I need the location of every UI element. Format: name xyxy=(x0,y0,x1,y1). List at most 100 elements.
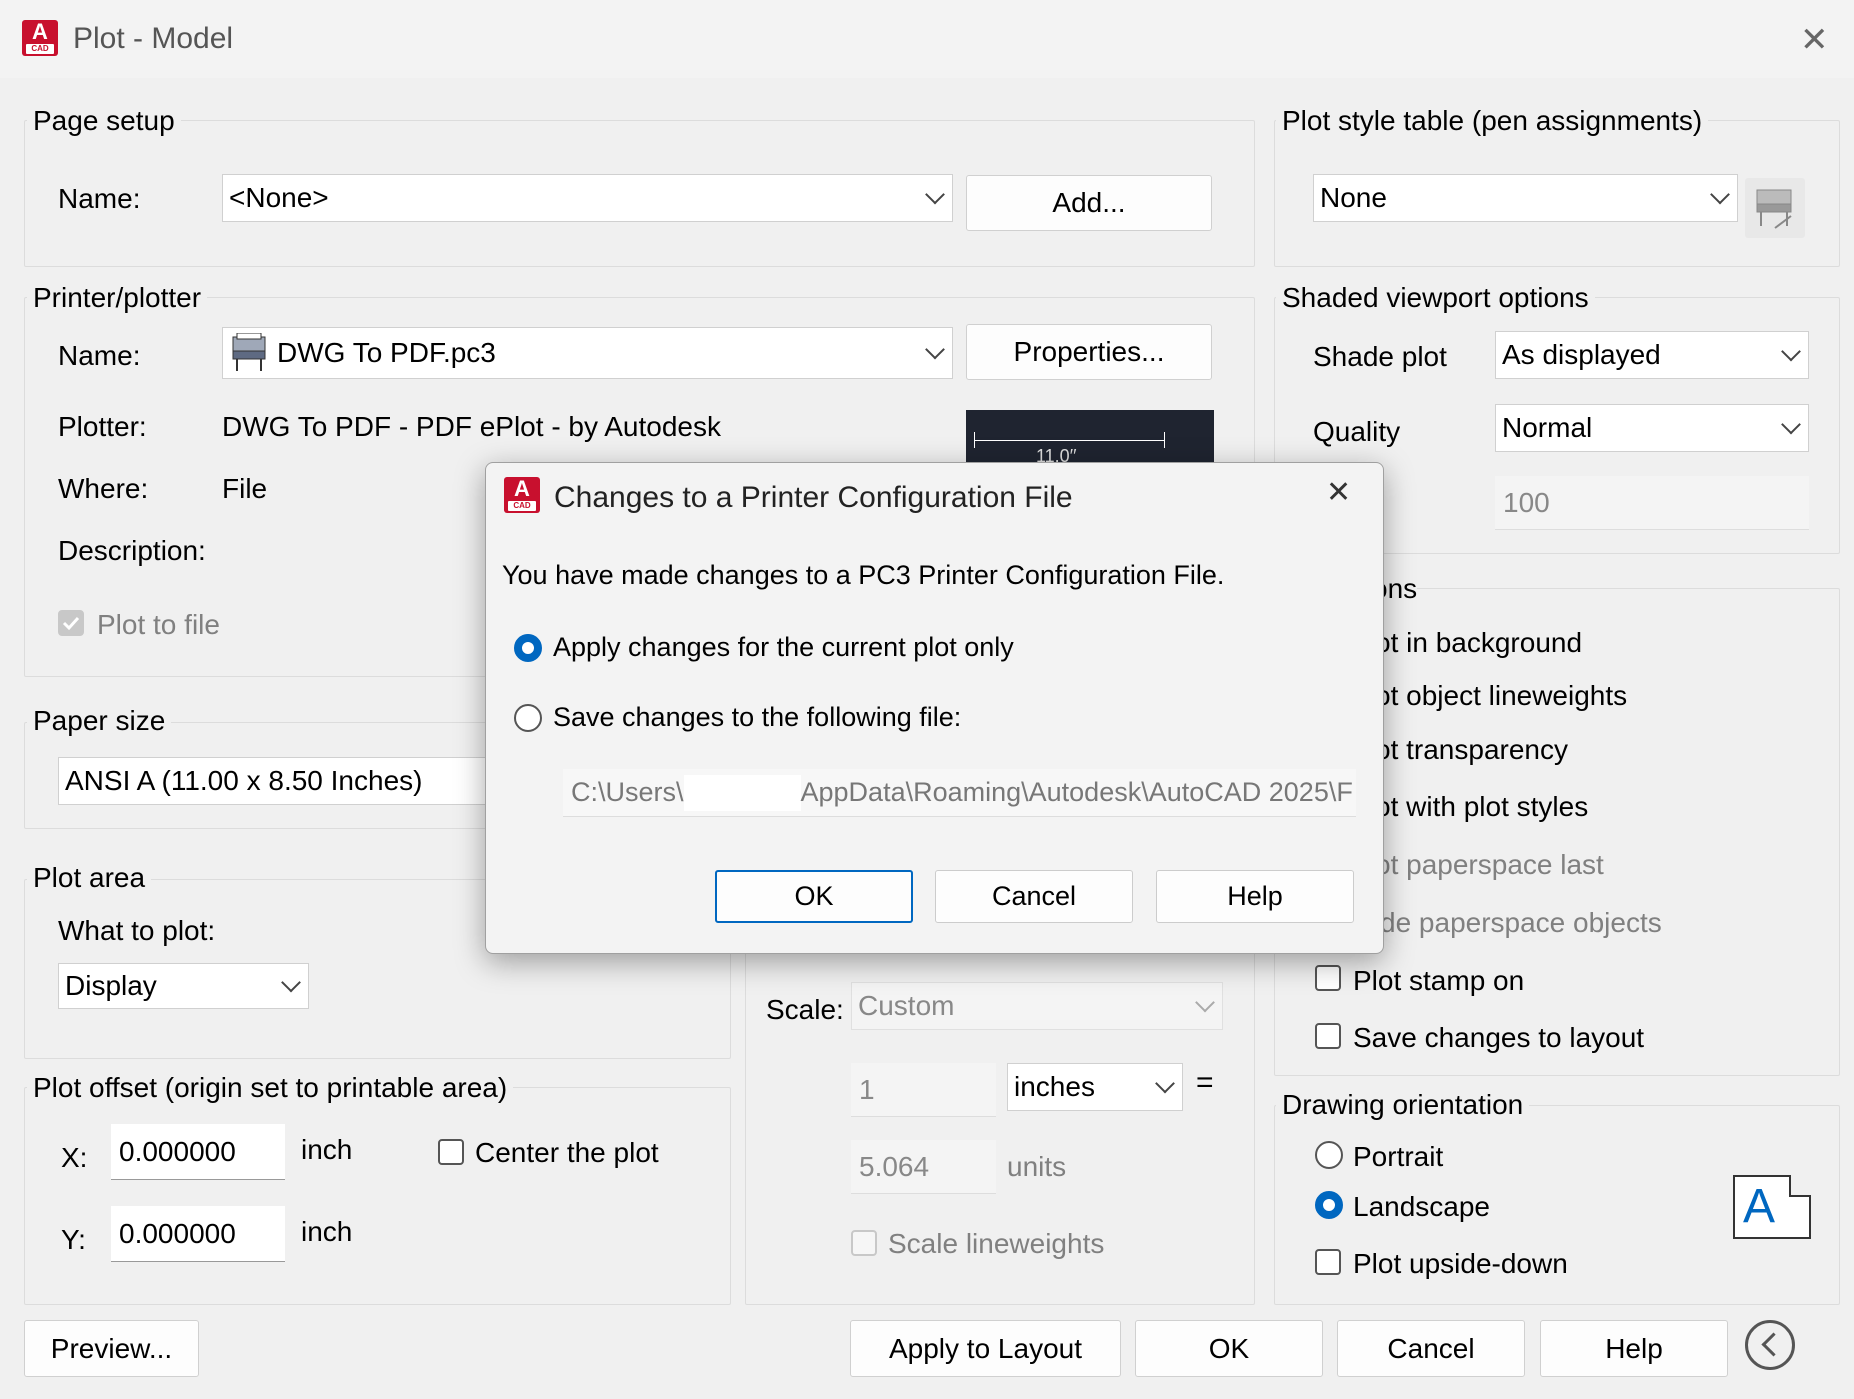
printer-name-select[interactable]: DWG To PDF.pc3 xyxy=(222,327,953,379)
page-setup-name-label: Name: xyxy=(58,183,141,214)
dialog-ok-button[interactable]: OK xyxy=(715,870,913,923)
shade-plot-select[interactable]: As displayed xyxy=(1495,331,1809,379)
plot-stamp-label: Plot stamp on xyxy=(1353,965,1525,996)
collapse-options-icon[interactable] xyxy=(1745,1320,1795,1370)
page-setup-label: Page setup xyxy=(27,105,181,137)
scale-unit2-label: units xyxy=(1007,1151,1067,1182)
scale-value1-input[interactable]: 1 xyxy=(851,1063,996,1117)
printer-name-label: Name: xyxy=(58,340,141,371)
description-label: Description: xyxy=(58,535,206,566)
dialog-message: You have made changes to a PC3 Printer C… xyxy=(502,560,1225,590)
scale-lineweights-label: Scale lineweights xyxy=(888,1228,1105,1259)
chevron-down-icon xyxy=(1195,992,1215,1013)
help-button[interactable]: Help xyxy=(1540,1320,1728,1377)
save-changes-layout-label: Save changes to layout xyxy=(1353,1022,1645,1053)
shade-plot-label: Shade plot xyxy=(1313,341,1447,372)
window-title: Plot - Model xyxy=(73,22,234,55)
edit-plot-style-icon[interactable] xyxy=(1745,178,1805,238)
where-value: File xyxy=(222,473,268,504)
dialog-cancel-button[interactable]: Cancel xyxy=(935,870,1133,923)
landscape-radio[interactable] xyxy=(1315,1191,1343,1219)
save-changes-layout-checkbox[interactable] xyxy=(1315,1023,1341,1049)
plot-stamp-checkbox[interactable] xyxy=(1315,965,1341,991)
plot-style-table-label: Plot style table (pen assignments) xyxy=(1276,105,1709,137)
redacted-username xyxy=(683,774,801,811)
center-plot-checkbox[interactable] xyxy=(438,1139,464,1165)
dpi-input[interactable]: 100 xyxy=(1495,476,1809,530)
offset-x-input[interactable]: 0.000000 xyxy=(111,1124,285,1180)
scale-lineweights-checkbox[interactable] xyxy=(851,1230,877,1256)
paper-size-label: Paper size xyxy=(27,705,172,737)
plot-in-background-label[interactable]: ot in background xyxy=(1375,627,1582,659)
scale-label: Scale: xyxy=(766,994,844,1025)
chevron-down-icon xyxy=(925,339,945,360)
properties-button[interactable]: Properties... xyxy=(966,324,1212,380)
landscape-orientation-icon: A xyxy=(1733,1175,1811,1239)
hide-paperspace-objects-label[interactable]: de paperspace objects xyxy=(1380,907,1662,939)
plot-with-plot-styles-label[interactable]: ot with plot styles xyxy=(1375,791,1588,823)
plotter-icon xyxy=(232,333,266,371)
shaded-viewport-label: Shaded viewport options xyxy=(1276,282,1595,314)
chevron-down-icon xyxy=(925,184,945,205)
pc3-changes-dialog: A CAD Changes to a Printer Configuration … xyxy=(485,462,1384,954)
dialog-title: Changes to a Printer Configuration File xyxy=(554,481,1073,514)
plot-dialog: A CAD Plot - Model ✕ Page setup Name: <No… xyxy=(0,0,1854,1399)
autocad-app-icon: A CAD xyxy=(22,20,58,56)
offset-x-unit: inch xyxy=(301,1134,353,1165)
plotter-value: DWG To PDF - PDF ePlot - by Autodesk xyxy=(222,411,721,442)
portrait-label: Portrait xyxy=(1353,1141,1444,1172)
plot-to-file-checkbox[interactable] xyxy=(58,610,84,636)
offset-y-input[interactable]: 0.000000 xyxy=(111,1206,285,1262)
ok-button[interactable]: OK xyxy=(1135,1320,1323,1377)
what-to-plot-label: What to plot: xyxy=(58,915,216,946)
portrait-radio[interactable] xyxy=(1315,1141,1343,1169)
scale-unit-select[interactable]: inches xyxy=(1007,1063,1183,1111)
pc3-file-path-input[interactable]: C:\Users\ AppData\Roaming\Autodesk\AutoCA… xyxy=(563,769,1356,817)
plot-object-lineweights-label[interactable]: ot object lineweights xyxy=(1375,680,1627,712)
preview-button[interactable]: Preview... xyxy=(24,1320,199,1377)
chevron-down-icon xyxy=(1781,414,1801,435)
where-label: Where: xyxy=(58,473,149,504)
plot-transparency-label[interactable]: ot transparency xyxy=(1375,734,1568,766)
plot-style-table-select[interactable]: None xyxy=(1313,174,1738,222)
offset-x-label: X: xyxy=(61,1142,88,1173)
save-to-file-label: Save changes to the following file: xyxy=(553,702,962,732)
what-to-plot-select[interactable]: Display xyxy=(58,963,309,1009)
save-to-file-radio[interactable] xyxy=(514,704,542,732)
title-bar: A CAD Plot - Model ✕ xyxy=(0,0,1854,78)
chevron-down-icon xyxy=(1155,1073,1175,1094)
plot-upside-down-checkbox[interactable] xyxy=(1315,1249,1341,1275)
plot-to-file-label: Plot to file xyxy=(97,609,220,640)
paper-size-select[interactable]: ANSI A (11.00 x 8.50 Inches) xyxy=(58,757,488,805)
autocad-app-icon: A CAD xyxy=(504,477,540,513)
dialog-help-button[interactable]: Help xyxy=(1156,870,1354,923)
scale-value2-input[interactable]: 5.064 xyxy=(851,1140,996,1194)
offset-y-label: Y: xyxy=(61,1224,86,1255)
paper-preview: 11.0′′ xyxy=(966,410,1214,466)
chevron-down-icon xyxy=(1710,184,1730,205)
drawing-orientation-label: Drawing orientation xyxy=(1276,1089,1530,1121)
offset-y-unit: inch xyxy=(301,1216,353,1247)
plotter-label: Plotter: xyxy=(58,411,147,442)
apply-current-only-radio[interactable] xyxy=(514,634,542,662)
landscape-label: Landscape xyxy=(1353,1191,1491,1222)
plot-offset-label: Plot offset (origin set to printable are… xyxy=(27,1072,514,1104)
equals-sign: = xyxy=(1196,1066,1214,1099)
chevron-down-icon xyxy=(1781,341,1801,362)
chevron-down-icon xyxy=(281,972,301,993)
quality-label: Quality xyxy=(1313,416,1401,447)
quality-select[interactable]: Normal xyxy=(1495,404,1809,452)
plot-paperspace-last-label[interactable]: ot paperspace last xyxy=(1375,849,1604,881)
close-icon[interactable]: ✕ xyxy=(1326,475,1351,510)
close-icon[interactable]: ✕ xyxy=(1800,20,1829,60)
page-setup-name-select[interactable]: <None> xyxy=(222,174,953,222)
plot-upside-down-label: Plot upside-down xyxy=(1353,1248,1568,1279)
cancel-button[interactable]: Cancel xyxy=(1337,1320,1525,1377)
apply-current-only-label: Apply changes for the current plot only xyxy=(553,632,1014,662)
scale-select[interactable]: Custom xyxy=(851,982,1223,1030)
plot-area-label: Plot area xyxy=(27,862,152,894)
add-button[interactable]: Add... xyxy=(966,175,1212,231)
apply-to-layout-button[interactable]: Apply to Layout xyxy=(850,1320,1121,1377)
plot-offset-group xyxy=(24,1087,731,1305)
center-plot-label: Center the plot xyxy=(475,1137,659,1168)
